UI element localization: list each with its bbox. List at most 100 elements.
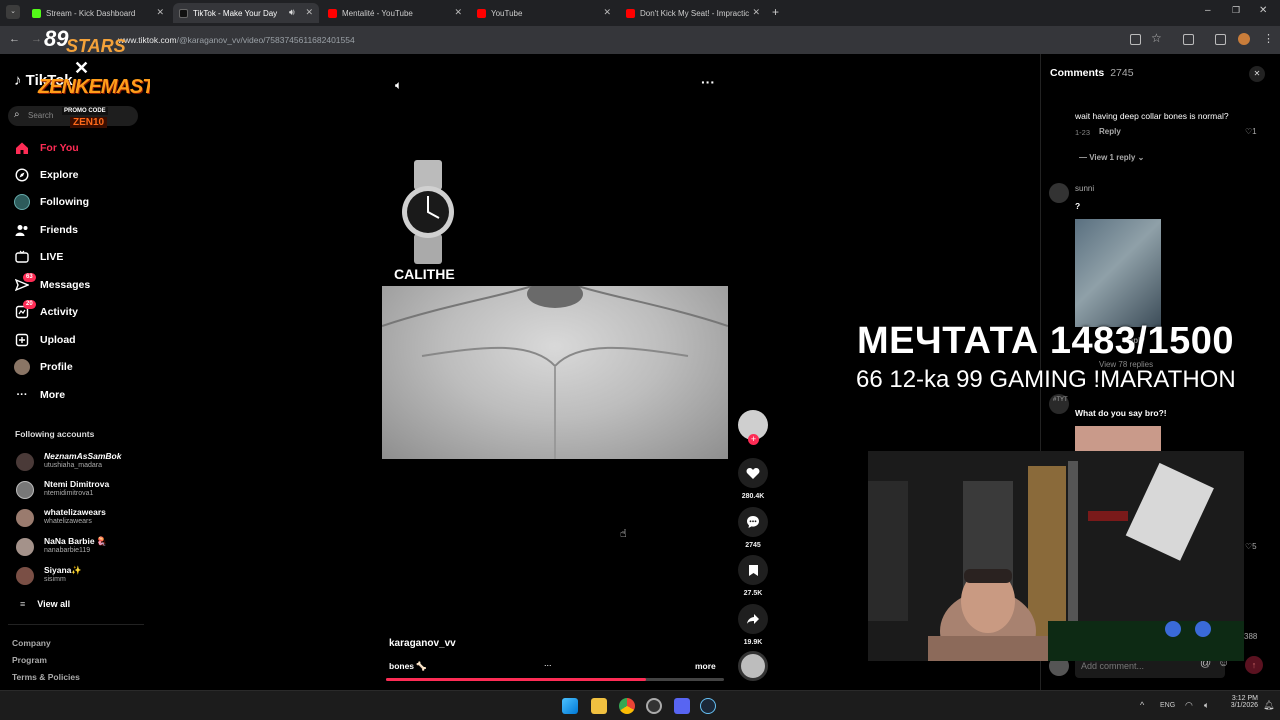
start-icon[interactable] <box>562 698 578 714</box>
minimize-icon[interactable]: – <box>1205 5 1211 16</box>
view-replies-button[interactable]: — View 1 reply ⌄ <box>1079 153 1144 162</box>
notification-bell-icon[interactable]: 🔔︎ <box>1263 700 1274 711</box>
install-app-icon[interactable] <box>1130 34 1141 45</box>
mouse-cursor-icon: ☝︎ <box>620 528 627 540</box>
close-tab-icon[interactable]: ✕ <box>752 7 760 18</box>
tray-chevron-icon[interactable]: ^ <box>1140 700 1144 710</box>
close-window-icon[interactable]: ✕ <box>1259 5 1267 16</box>
comment-username[interactable]: sunni <box>1075 184 1094 193</box>
obs-icon[interactable] <box>646 698 662 714</box>
volume-tray-icon[interactable]: 🔈︎ <box>1204 700 1209 711</box>
maximize-icon[interactable]: ❐ <box>1232 5 1240 16</box>
account-username: sisimm <box>44 576 66 583</box>
close-tab-icon[interactable]: ✕ <box>454 7 462 18</box>
close-tab-icon[interactable]: ✕ <box>603 7 611 18</box>
reply-button[interactable]: Reply <box>1099 127 1121 136</box>
view-all-link[interactable]: ≡ View all <box>20 599 70 609</box>
menu-kebab-icon[interactable]: ⋮ <box>1263 32 1274 45</box>
nav-activity[interactable]: 20 Activity <box>14 300 78 322</box>
close-comments-icon[interactable]: ✕ <box>1249 66 1265 82</box>
address-bar: ← → www.tiktok.com/@karaganov_vv/video/7… <box>0 26 1280 54</box>
nav-live[interactable]: LIVE <box>14 247 63 267</box>
media-control-icon[interactable] <box>1215 34 1226 45</box>
tab-youtube[interactable]: YouTube ✕ <box>471 3 617 23</box>
share-button[interactable]: 19.9K <box>738 604 768 646</box>
clock[interactable]: 3:12 PM 3/1/2026 <box>1222 695 1258 709</box>
video-options-icon[interactable]: ··· <box>701 74 715 90</box>
tab-search-icon[interactable]: ⌄ <box>6 5 20 19</box>
url-field[interactable]: www.tiktok.com/@karaganov_vv/video/75837… <box>118 32 1128 49</box>
video-progress-bar[interactable] <box>386 678 724 681</box>
nav-label: LIVE <box>40 251 64 263</box>
post-comment-button[interactable]: ↑ <box>1245 656 1263 674</box>
avatar <box>16 509 34 527</box>
caption-more-button[interactable]: more <box>695 661 716 671</box>
nav-explore[interactable]: Explore <box>14 165 79 185</box>
upload-icon <box>14 332 30 348</box>
account-username: whatelizawears <box>44 518 92 525</box>
comment-like-count: 1 <box>1252 127 1257 136</box>
speaker-icon[interactable]: 🔊︎ <box>289 7 295 18</box>
bookmark-star-icon[interactable]: ☆ <box>1151 31 1162 45</box>
keyboard-language[interactable]: ENG <box>1160 702 1175 709</box>
video-frame-image <box>382 286 728 459</box>
close-tab-icon[interactable]: ✕ <box>156 7 164 18</box>
chrome-icon[interactable] <box>619 698 635 714</box>
footer-terms[interactable]: Terms & Policies <box>12 672 80 682</box>
comment-like[interactable]: ♡5 <box>1245 542 1257 551</box>
nav-messages[interactable]: 63 Messages <box>14 273 90 295</box>
forward-icon[interactable]: → <box>31 33 42 45</box>
discord-icon[interactable] <box>674 698 690 714</box>
youtube-icon <box>477 8 486 18</box>
like-button[interactable]: 280.4K <box>738 458 768 500</box>
account-name: Ntemi Dimitrova <box>44 479 110 489</box>
webcam-feed <box>868 451 1244 661</box>
comment-like[interactable]: ♡1 <box>1245 127 1257 136</box>
avatar[interactable] <box>1049 183 1069 203</box>
follow-plus-icon[interactable]: + <box>748 434 759 445</box>
comments-total: 2745 <box>1110 67 1134 79</box>
list-icon: ≡ <box>20 599 26 609</box>
nav-friends[interactable]: Friends <box>14 220 78 240</box>
tab-impractical[interactable]: Don't Kick My Seat! - Impractic ✕ <box>620 3 766 23</box>
comment-image[interactable] <box>1075 426 1161 452</box>
comment-text: What do you say bro?! <box>1075 408 1167 418</box>
windows-taskbar: ^ ENG ◠ 🔈︎ 3:12 PM 3/1/2026 🔔︎ <box>0 690 1280 720</box>
comment-username[interactable]: #TYT <box>1053 397 1068 403</box>
wifi-icon[interactable]: ◠ <box>1185 700 1193 711</box>
back-icon[interactable]: ← <box>9 33 20 45</box>
save-button[interactable]: 27.5K <box>738 555 768 597</box>
close-tab-icon[interactable]: ✕ <box>305 7 313 18</box>
new-tab-icon[interactable]: + <box>772 5 779 19</box>
comment-image[interactable] <box>1075 219 1161 327</box>
video-caption: bones 🦴 <box>389 661 427 671</box>
kick-icon <box>32 8 41 18</box>
nav-more[interactable]: ··· More <box>14 385 66 405</box>
tab-label: YouTube <box>491 8 523 18</box>
url-path: /@karaganov_vv/video/7583745611682401554 <box>176 35 355 45</box>
file-explorer-icon[interactable] <box>591 698 607 714</box>
comment-button[interactable]: 2745 <box>738 507 768 549</box>
author-avatar-button[interactable]: + <box>738 410 768 445</box>
extensions-icon[interactable] <box>1183 34 1194 45</box>
stream-subtitle: 66 12-ka 99 GAMING !MARATHON <box>856 366 1236 393</box>
clock-time: 3:12 PM <box>1231 695 1258 702</box>
nav-profile[interactable]: Profile <box>14 357 73 377</box>
comment-text: ? <box>1075 201 1081 211</box>
video-author[interactable]: karaganov_vv <box>389 638 456 649</box>
footer-program[interactable]: Program <box>12 655 47 665</box>
stars-sponsor-logo: 89 STARS <box>44 26 136 58</box>
nav-following[interactable]: Following <box>14 192 89 212</box>
tab-kick-dashboard[interactable]: Stream - Kick Dashboard ✕ <box>26 3 170 23</box>
tab-tiktok[interactable]: TikTok - Make Your Day 🔊︎ ✕ <box>173 3 319 23</box>
nav-label: Profile <box>40 361 73 373</box>
sound-disc-button[interactable] <box>738 651 768 681</box>
volume-icon[interactable]: 🔈︎ <box>395 78 402 93</box>
nav-for-you[interactable]: For You <box>14 138 79 158</box>
steam-icon[interactable] <box>700 698 716 714</box>
profile-avatar-icon[interactable] <box>1238 33 1250 45</box>
nav-upload[interactable]: Upload <box>14 330 76 350</box>
tab-mentalite-youtube[interactable]: Mentalité - YouTube ✕ <box>322 3 468 23</box>
footer-company[interactable]: Company <box>12 638 51 648</box>
friends-icon <box>14 222 30 238</box>
